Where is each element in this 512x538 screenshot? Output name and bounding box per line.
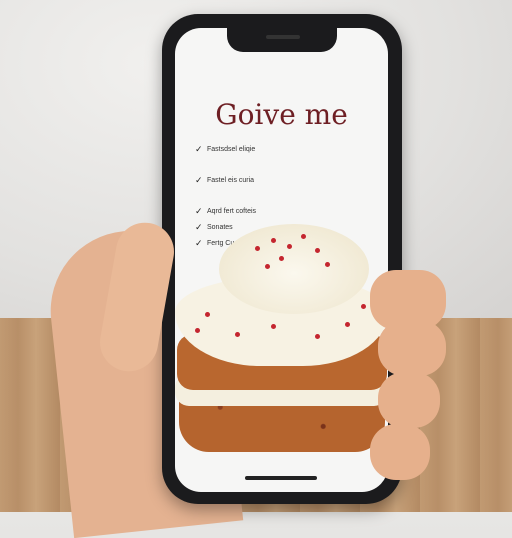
checklist-item-label: Fastsdsel eliqie (207, 146, 256, 153)
finger (370, 424, 430, 480)
cake-image (175, 224, 388, 464)
sprinkle (315, 334, 320, 339)
sprinkle (235, 332, 240, 337)
sprinkle (271, 324, 276, 329)
checklist-item-label: Fastel eis curia (207, 177, 255, 184)
phone-notch (227, 28, 337, 52)
checkmark-icon: ✓ (195, 206, 203, 216)
checklist-item[interactable]: ✓ Fastsdsel eliqie (195, 144, 375, 155)
sprinkle (279, 256, 284, 261)
page-title: Goive me (215, 98, 348, 131)
sprinkle (301, 234, 306, 239)
sprinkle (195, 328, 200, 333)
sprinkle (265, 264, 270, 269)
sprinkle (205, 312, 210, 317)
sprinkle (325, 262, 330, 267)
sprinkle (361, 304, 366, 309)
checklist-item[interactable]: ✓ Fastel eis curia (195, 175, 375, 186)
sprinkle (287, 244, 292, 249)
home-indicator[interactable] (245, 476, 317, 480)
finger (378, 320, 446, 376)
checkmark-icon: ✓ (195, 175, 203, 185)
checkmark-icon: ✓ (195, 144, 203, 154)
speaker-grille (266, 35, 300, 39)
finger (378, 372, 440, 428)
sprinkle (271, 238, 276, 243)
sprinkle (255, 246, 260, 251)
checklist-item[interactable]: ✓ Aqrd fert cofteis (195, 206, 375, 217)
phone-screen: Goive me ✓ Fastsdsel eliqie ✓ Fastel eis… (175, 28, 388, 492)
cream-swirl (219, 224, 369, 314)
sprinkle (315, 248, 320, 253)
sprinkle (345, 322, 350, 327)
checklist-item-label: Aqrd fert cofteis (207, 208, 257, 215)
